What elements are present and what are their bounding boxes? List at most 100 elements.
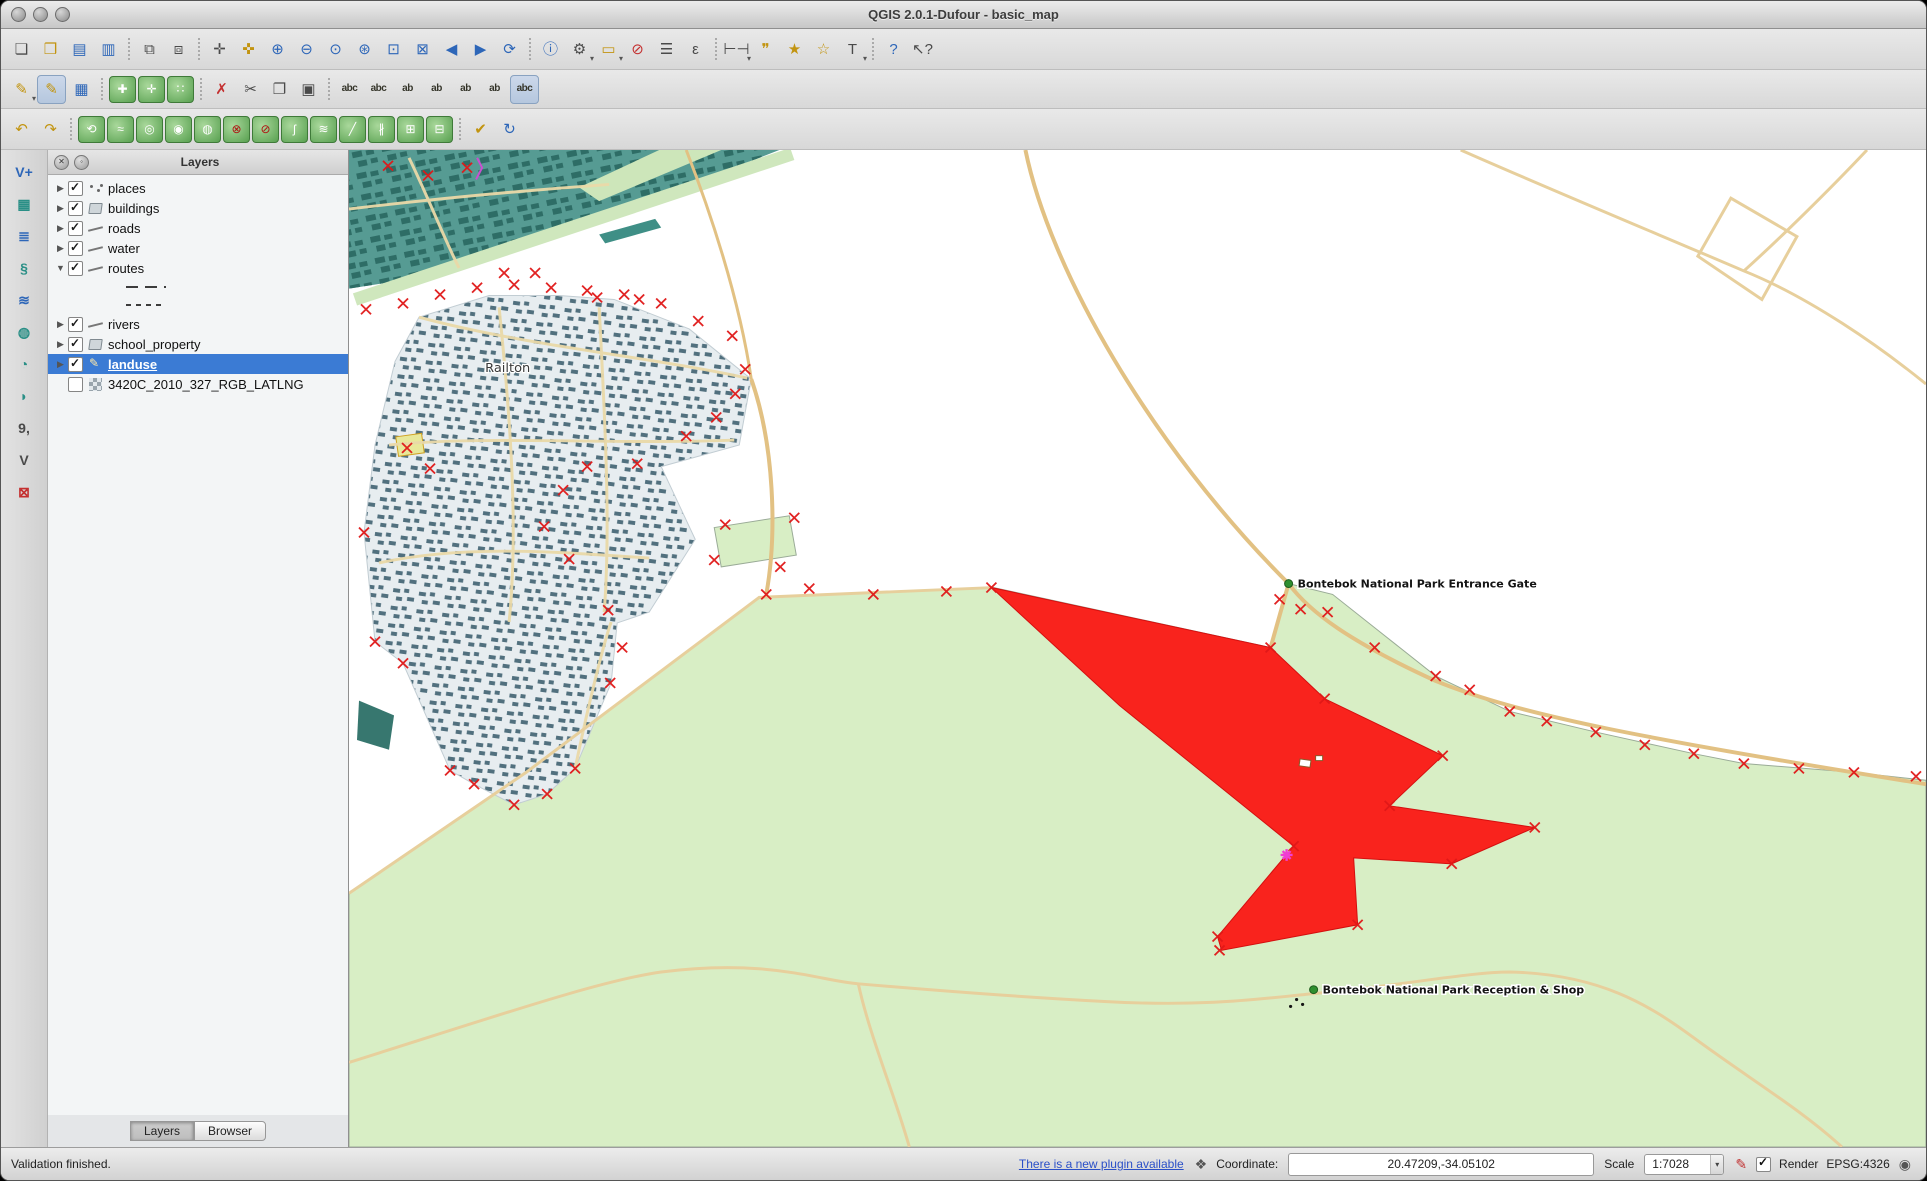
deselect-features-icon[interactable]: ⊘ [624,36,651,63]
expander-icon[interactable]: ▼ [54,263,67,273]
toolbar-handle[interactable] [872,38,874,60]
run-feature-action-icon[interactable]: ⚙ [566,36,593,63]
new-project-icon[interactable]: ❏ [8,36,35,63]
fill-ring-icon[interactable]: ◍ [194,116,221,143]
toolbar-handle[interactable] [70,118,72,140]
expander-icon[interactable]: ▶ [54,183,67,194]
check-validity-icon[interactable]: ✔ [467,116,494,143]
toolbar-handle[interactable] [200,78,202,100]
toolbar-handle[interactable] [529,38,531,60]
delete-selected-icon[interactable]: ✗ [208,76,235,103]
entrance-gate-marker[interactable] [1285,580,1293,588]
identify-features-icon[interactable]: ⓘ [537,36,564,63]
expander-icon[interactable]: ▶ [54,339,67,350]
layer-checkbox[interactable] [68,221,83,236]
layer-row-routes[interactable]: ▼ routes [48,258,348,278]
reshape-features-icon[interactable]: ʃ [281,116,308,143]
layer-row-roads[interactable]: ▶ roads [48,218,348,238]
layer-checkbox[interactable] [68,337,83,352]
zoom-last-icon[interactable]: ◀ [438,36,465,63]
layer-checkbox[interactable] [68,261,83,276]
show-hidden-labels-icon[interactable]: ab [423,76,450,103]
layer-checkbox[interactable] [68,357,83,372]
redo-icon[interactable]: ↷ [37,116,64,143]
composer-manager-icon[interactable]: ⧈ [165,36,192,63]
remove-layer-icon[interactable]: ⊠ [9,478,39,506]
node-tool-icon[interactable]: ∷ [167,76,194,103]
close-window-button[interactable] [11,7,26,22]
layer-row-water[interactable]: ▶ water [48,238,348,258]
log-messages-icon[interactable]: ✎ [1735,1157,1747,1171]
copy-features-icon[interactable]: ❐ [266,76,293,103]
pan-to-selection-icon[interactable]: ✜ [235,36,262,63]
rotate-point-symbols-icon[interactable]: ↻ [496,116,523,143]
expander-icon[interactable]: ▶ [54,319,67,330]
cut-features-icon[interactable]: ✂ [237,76,264,103]
expander-icon[interactable]: ▶ [54,223,67,234]
routes-symbol-2[interactable] [48,296,348,314]
current-edits-icon[interactable]: ✎ [8,76,35,103]
toolbar-handle[interactable] [715,38,717,60]
text-annotation-icon[interactable]: T [839,36,866,63]
routes-symbol-1[interactable] [48,278,348,296]
layer-checkbox[interactable] [68,201,83,216]
split-features-icon[interactable]: ╱ [339,116,366,143]
simplify-feature-icon[interactable]: ≈ [107,116,134,143]
add-mssql-layer-icon[interactable]: ≋ [9,286,39,314]
add-ring-icon[interactable]: ◎ [136,116,163,143]
toolbar-handle[interactable] [328,78,330,100]
panel-float-icon[interactable]: ◦ [74,155,89,170]
layer-row-raster[interactable]: 3420C_2010_327_RGB_LATLNG [48,374,348,394]
change-label-icon[interactable]: abc [365,76,392,103]
minimize-window-button[interactable] [33,7,48,22]
delete-part-icon[interactable]: ⊘ [252,116,279,143]
split-parts-icon[interactable]: ∦ [368,116,395,143]
open-project-icon[interactable]: ❒ [37,36,64,63]
add-vector-layer-icon[interactable]: V+ [9,158,39,186]
offset-curve-icon[interactable]: ≋ [310,116,337,143]
save-layer-edits-icon[interactable]: ▦ [68,76,95,103]
zoom-actual-icon[interactable]: ⊙ [322,36,349,63]
change-label-properties-icon[interactable]: abc [510,75,539,104]
layer-row-landuse[interactable]: ▶ landuse [48,354,348,374]
layer-checkbox[interactable] [68,181,83,196]
plugin-icon[interactable]: ❖ [1195,1157,1208,1171]
zoom-full-icon[interactable]: ⊛ [351,36,378,63]
chevron-down-icon[interactable]: ▾ [1710,1155,1723,1174]
add-raster-layer-icon[interactable]: ▦ [9,190,39,218]
refresh-map-icon[interactable]: ⟳ [496,36,523,63]
zoom-window-button[interactable] [55,7,70,22]
toolbar-handle[interactable] [101,78,103,100]
map-svg[interactable]: Bontebok National Park Entrance Gate Bon… [349,150,1926,1147]
pin-labels-icon[interactable]: ab [394,76,421,103]
zoom-to-selection-icon[interactable]: ⊠ [409,36,436,63]
delete-ring-icon[interactable]: ⊗ [223,116,250,143]
layer-checkbox[interactable] [68,317,83,332]
add-feature-icon[interactable]: ✚ [109,76,136,103]
scale-combobox[interactable]: 1:7028 ▾ [1644,1154,1724,1175]
add-postgis-layer-icon[interactable]: ≣ [9,222,39,250]
map-canvas[interactable]: Bontebok National Park Entrance Gate Bon… [349,150,1926,1147]
show-bookmarks-icon[interactable]: ☆ [810,36,837,63]
zoom-to-layer-icon[interactable]: ⊡ [380,36,407,63]
open-attribute-table-icon[interactable]: ☰ [653,36,680,63]
toolbar-handle[interactable] [198,38,200,60]
new-bookmark-icon[interactable]: ★ [781,36,808,63]
layer-checkbox[interactable] [68,377,83,392]
move-label-icon[interactable]: ab [452,76,479,103]
layer-row-places[interactable]: ▶ places [48,178,348,198]
add-wms-layer-icon[interactable]: ◍ [9,318,39,346]
zoom-out-icon[interactable]: ⊖ [293,36,320,63]
merge-features-icon[interactable]: ⊞ [397,116,424,143]
new-shapefile-layer-icon[interactable]: V [9,446,39,474]
whats-this-icon[interactable]: ↖? [909,36,936,63]
select-features-icon[interactable]: ▭ [595,36,622,63]
zoom-in-icon[interactable]: ⊕ [264,36,291,63]
reception-marker[interactable] [1310,986,1318,994]
expander-icon[interactable]: ▶ [54,203,67,214]
layer-row-buildings[interactable]: ▶ buildings [48,198,348,218]
panel-close-icon[interactable]: ✕ [54,155,69,170]
labeling-icon[interactable]: abc [336,76,363,103]
coordinate-input[interactable] [1288,1153,1594,1176]
rotate-label-icon[interactable]: ab [481,76,508,103]
